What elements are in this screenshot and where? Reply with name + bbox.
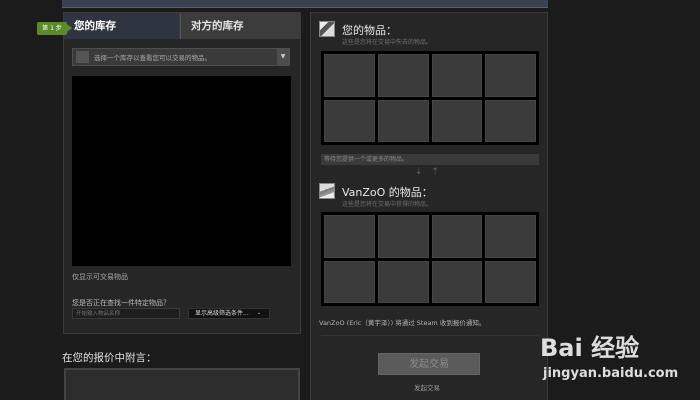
item-slot[interactable] bbox=[485, 54, 536, 97]
item-slot[interactable] bbox=[377, 215, 429, 258]
watermark-logo: Bai 经验 bbox=[540, 328, 639, 363]
their-items-subtitle: 这些是您将在交易中获得的物品。 bbox=[342, 201, 433, 208]
divider bbox=[321, 335, 539, 336]
notification-text: VanZoO (Eric（黄宇泽）) 将通过 Steam 收到报价通知。 bbox=[319, 319, 486, 327]
top-bar bbox=[62, 0, 548, 8]
my-items-grid bbox=[321, 51, 539, 145]
advanced-filter-button[interactable]: 显示高级筛选条件... ⌄ bbox=[188, 308, 270, 319]
make-offer-button[interactable]: 发起交易 bbox=[378, 353, 480, 375]
tab-their-inventory[interactable]: 对方的库存 bbox=[180, 13, 301, 39]
item-slot[interactable] bbox=[377, 99, 429, 142]
watermark-url: jingyan.baidu.com bbox=[543, 366, 679, 381]
item-slot[interactable] bbox=[377, 260, 429, 303]
partner-avatar bbox=[319, 183, 335, 199]
note-textarea[interactable] bbox=[64, 368, 300, 400]
item-slot[interactable] bbox=[485, 99, 536, 142]
advanced-filter-label: 显示高级筛选条件... bbox=[195, 310, 249, 317]
trade-offer-panel: 您的物品： 这些是您将在交易中失去的物品。 等待您提供一个或更多的物品。 ⇣ ⇡… bbox=[310, 12, 548, 400]
item-slot[interactable] bbox=[431, 99, 483, 142]
inventory-select-label: 选择一个库存以查看您可以交易的物品。 bbox=[94, 54, 211, 62]
step-badge: 第 1 步 bbox=[37, 22, 72, 35]
watermark-logo-text: Bai 经验 bbox=[540, 334, 640, 362]
their-items-grid bbox=[321, 212, 539, 306]
item-slot[interactable] bbox=[485, 260, 536, 303]
my-avatar bbox=[319, 21, 335, 37]
their-items-title: VanZoO 的物品： bbox=[342, 186, 433, 199]
inventory-thumbnail bbox=[76, 51, 89, 63]
waiting-hint: 等待您提供一个或更多的物品。 bbox=[321, 154, 539, 165]
inventory-panel: 您的库存 对方的库存 选择一个库存以查看您可以交易的物品。 ▼ 仅显示可交易物品… bbox=[63, 12, 301, 334]
item-slot[interactable] bbox=[324, 260, 375, 303]
inventory-select[interactable]: 选择一个库存以查看您可以交易的物品。 ▼ bbox=[72, 48, 290, 66]
item-slot[interactable] bbox=[431, 260, 483, 303]
dropdown-arrow-icon[interactable]: ▼ bbox=[277, 49, 289, 65]
item-slot[interactable] bbox=[431, 54, 483, 97]
baidu-jingyan-watermark: Bai 经验 jingyan.baidu.com bbox=[540, 320, 700, 400]
item-slot[interactable] bbox=[324, 54, 375, 97]
item-slot[interactable] bbox=[324, 215, 375, 258]
swap-arrows-icon: ⇣ ⇡ bbox=[415, 167, 442, 177]
item-slot[interactable] bbox=[324, 99, 375, 142]
item-slot[interactable] bbox=[431, 215, 483, 258]
tradable-only-label: 仅显示可交易物品 bbox=[72, 273, 128, 281]
my-items-subtitle: 这些是您将在交易中失去的物品。 bbox=[342, 39, 433, 46]
item-search-input[interactable] bbox=[72, 308, 180, 319]
search-question-label: 您是否正在查找一件特定物品？ bbox=[72, 299, 170, 307]
inventory-items-area[interactable] bbox=[72, 76, 291, 266]
item-slot[interactable] bbox=[377, 54, 429, 97]
chevron-down-icon: ⌄ bbox=[256, 310, 261, 316]
my-items-title: 您的物品： bbox=[342, 24, 397, 37]
make-offer-caption: 发起交易 bbox=[414, 384, 440, 392]
item-slot[interactable] bbox=[485, 215, 536, 258]
note-title: 在您的报价中附言： bbox=[62, 352, 157, 364]
tab-your-inventory[interactable]: 您的库存 bbox=[64, 13, 180, 39]
